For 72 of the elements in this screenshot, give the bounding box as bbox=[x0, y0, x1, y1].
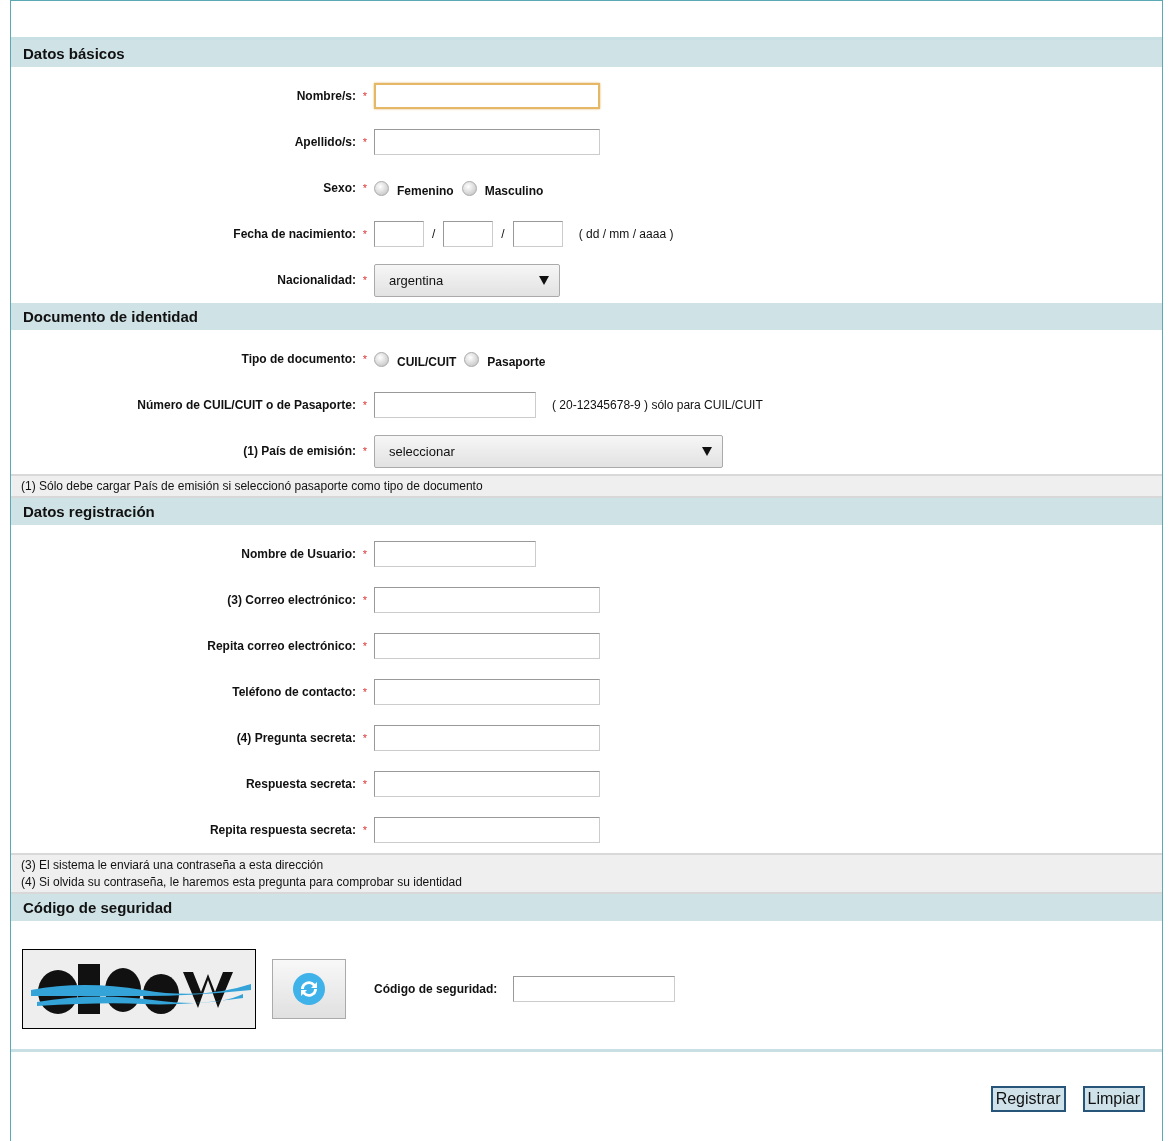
required-asterisk: * bbox=[361, 90, 369, 102]
required-asterisk: * bbox=[361, 640, 369, 652]
section-header: Documento de identidad bbox=[11, 303, 1162, 330]
option-label: Femenino bbox=[397, 183, 454, 198]
required-asterisk: * bbox=[361, 399, 369, 411]
required-asterisk: * bbox=[361, 686, 369, 698]
section-header: Código de seguridad bbox=[11, 894, 1162, 921]
required-asterisk: * bbox=[361, 182, 369, 194]
register-button[interactable]: Registrar bbox=[990, 1086, 1066, 1112]
field-label: (4) Pregunta secreta: bbox=[235, 731, 356, 745]
footnote: (1) Sólo debe cargar País de emisión si seleccionó pasaporte como tipo de documento bbox=[21, 479, 484, 493]
field-label: Teléfono de contacto: bbox=[231, 685, 356, 699]
section-header: Datos básicos bbox=[11, 40, 1162, 67]
field-label: Nombre/s: bbox=[295, 89, 356, 103]
caret-icon bbox=[702, 446, 712, 456]
required-asterisk: * bbox=[361, 136, 369, 148]
input-field[interactable] bbox=[374, 541, 536, 567]
radio-button[interactable] bbox=[374, 180, 389, 196]
refresh-button[interactable] bbox=[272, 959, 346, 1019]
field-label: Código de seguridad: bbox=[374, 982, 498, 996]
field-label: (1) País de emisión: bbox=[242, 444, 356, 458]
input-field[interactable] bbox=[374, 83, 600, 109]
input-field[interactable] bbox=[374, 587, 600, 613]
radio-button[interactable] bbox=[464, 351, 480, 367]
radio-button[interactable] bbox=[461, 180, 477, 196]
field-label: Tipo de documento: bbox=[240, 352, 356, 366]
clear-button[interactable]: Limpiar bbox=[1082, 1086, 1145, 1112]
field-label: Repita correo electrónico: bbox=[206, 639, 356, 653]
required-asterisk: * bbox=[361, 228, 369, 240]
required-asterisk: * bbox=[361, 824, 369, 836]
field-label: Nombre de Usuario: bbox=[240, 547, 356, 561]
input-field[interactable] bbox=[374, 771, 600, 797]
required-asterisk: * bbox=[361, 274, 369, 286]
required-asterisk: * bbox=[361, 353, 369, 365]
field-label: Respuesta secreta: bbox=[244, 777, 356, 791]
radio-button[interactable] bbox=[374, 351, 389, 367]
input-field[interactable] bbox=[374, 633, 600, 659]
field-label: Sexo: bbox=[322, 181, 356, 195]
field-label: Repita respuesta secreta: bbox=[208, 823, 356, 837]
section-header: Datos registración bbox=[11, 498, 1162, 525]
footnote: (4) Si olvida su contraseña, le haremos esta pregunta para comprobar su identidad bbox=[21, 875, 463, 889]
option-label: Pasaporte bbox=[487, 354, 546, 369]
required-asterisk: * bbox=[361, 548, 369, 560]
required-asterisk: * bbox=[361, 445, 369, 457]
input-field[interactable] bbox=[374, 392, 536, 418]
refresh-icon bbox=[292, 972, 326, 1006]
field-label: Apellido/s: bbox=[293, 135, 356, 149]
required-asterisk: * bbox=[361, 732, 369, 744]
input-field[interactable] bbox=[374, 725, 600, 751]
field-label: (3) Correo electrónico: bbox=[226, 593, 356, 607]
required-asterisk: * bbox=[361, 778, 369, 790]
required-asterisk: * bbox=[361, 594, 369, 606]
input-field[interactable] bbox=[374, 129, 600, 155]
date-separator: / bbox=[432, 227, 436, 241]
hint-text: ( 20-12345678-9 ) sólo para CUIL/CUIT bbox=[552, 398, 763, 412]
dropdown[interactable]: seleccionar bbox=[374, 434, 723, 468]
input-field[interactable] bbox=[443, 221, 494, 247]
option-label: CUIL/CUIT bbox=[397, 354, 457, 369]
caret-icon bbox=[539, 275, 549, 285]
date-separator: / bbox=[501, 227, 505, 241]
input-field[interactable] bbox=[512, 221, 563, 247]
field-label: Número de CUIL/CUIT o de Pasaporte: bbox=[136, 398, 356, 412]
input-field[interactable] bbox=[374, 817, 600, 843]
option-label: Masculino bbox=[484, 183, 544, 198]
footnote: (3) El sistema le enviará una contraseña a esta dirección bbox=[21, 858, 325, 872]
input-field[interactable] bbox=[374, 221, 424, 247]
input-field[interactable] bbox=[513, 976, 676, 1002]
input-field[interactable] bbox=[374, 679, 600, 705]
field-label: Fecha de nacimiento: bbox=[232, 227, 356, 241]
dropdown[interactable]: argentina bbox=[374, 263, 560, 297]
field-label: Nacionalidad: bbox=[276, 273, 356, 287]
hint-text: ( dd / mm / aaaa ) bbox=[578, 227, 674, 241]
